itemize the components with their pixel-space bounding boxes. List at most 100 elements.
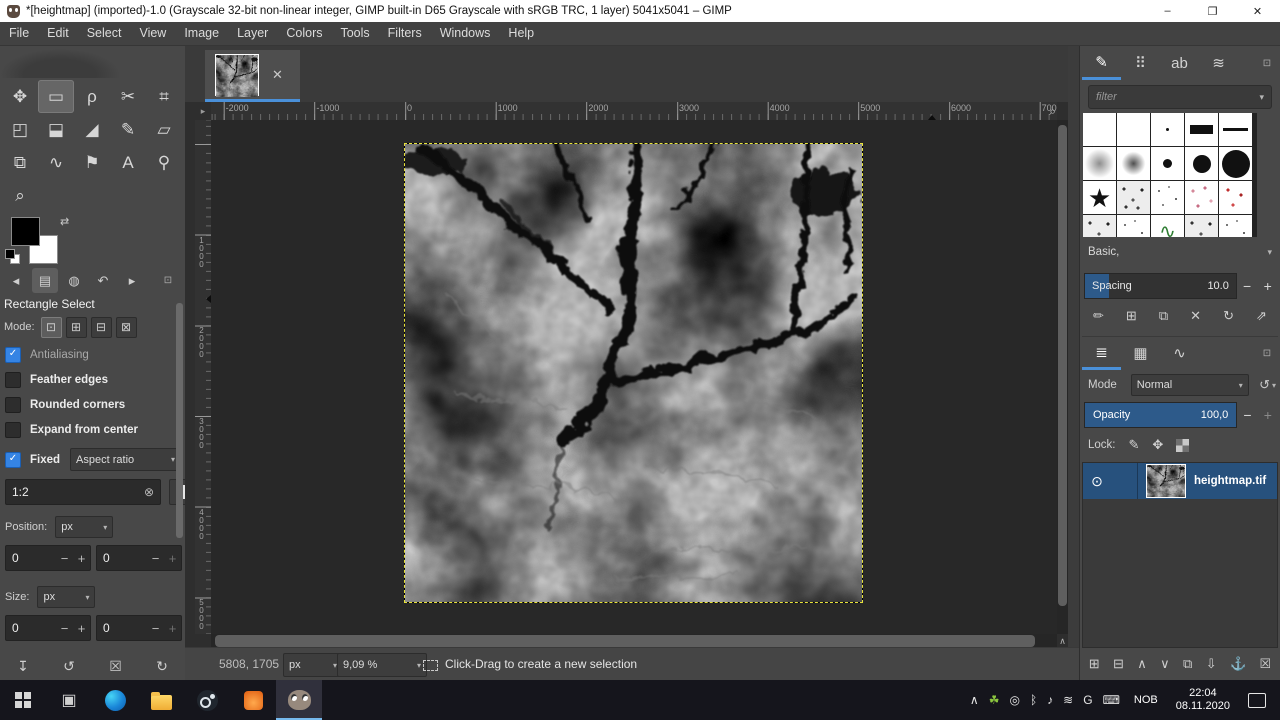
ruler-corner-button[interactable]: ▸ [195,102,211,120]
brush-block-1[interactable] [1083,113,1116,146]
gradients-tab[interactable]: ≋ [1199,48,1238,78]
brush-pixel[interactable] [1151,113,1184,146]
checkbox-rounded-corners[interactable]: Rounded corners [5,392,180,417]
position-x-spinner[interactable]: 0 − + [5,545,91,571]
mode-replace-button[interactable]: ⊡ [41,317,62,338]
visibility-eye-icon[interactable]: ⊙ [1083,473,1111,490]
text-tool[interactable]: A [110,146,146,179]
canvas-viewport[interactable] [211,120,1057,634]
file-explorer-icon[interactable] [138,680,184,720]
volume-icon[interactable]: ♪ [1047,693,1053,707]
smudge-tool[interactable]: ∿ [38,146,74,179]
tab-menu-button[interactable]: ⊡ [1256,338,1278,368]
aspect-ratio-input[interactable]: 1:2 ⊗ [5,479,161,505]
brush-soft-dot[interactable] [1117,147,1150,180]
edit-brush-button[interactable]: ✏ [1093,308,1104,324]
size-width-spinner[interactable]: 0 − + [5,615,91,641]
save-tool-preset-button[interactable]: ↧ [17,658,29,675]
brush-block-2[interactable] [1117,113,1150,146]
lock-pixels-icon[interactable]: ✎ [1129,437,1140,453]
paths-tab[interactable]: ∿ [1160,338,1199,368]
size-height-spinner[interactable]: 0 − + [96,615,182,641]
app-icon-orange[interactable] [230,680,276,720]
move-tool[interactable]: ✥ [2,80,38,113]
foreground-color-swatch[interactable] [11,217,40,246]
fonts-tab[interactable]: ab [1160,48,1199,78]
checkbox-box[interactable] [5,422,21,438]
delete-brush-button[interactable]: ✕ [1190,308,1201,324]
flip-tool[interactable]: ⬓ [38,113,74,146]
brush-filter-input[interactable]: filter ▾ [1088,85,1272,109]
brush-block-bar[interactable] [1185,113,1218,146]
spacing-slider[interactable]: Spacing 10.0 [1084,273,1237,299]
brush-soft-square[interactable] [1083,147,1116,180]
checkbox-box[interactable] [5,397,21,413]
increment-button[interactable]: + [73,621,90,636]
opacity-slider[interactable]: Opacity 100,0 [1084,402,1237,428]
lock-position-icon[interactable]: ✥ [1152,437,1163,453]
horizontal-scrollbar-thumb[interactable] [215,635,1035,647]
taskbar-clock[interactable]: 22:04 08.11.2020 [1176,687,1230,713]
mode-switch-button[interactable]: ↺▾ [1259,377,1276,393]
duplicate-brush-button[interactable]: ⧉ [1159,308,1168,324]
fixed-checkbox[interactable]: ✓ [5,452,21,468]
raise-layer-button[interactable]: ∧ [1137,656,1147,672]
steam-tray-icon[interactable]: ◎ [1009,693,1019,707]
undo-history-tab[interactable]: ↶ [90,268,116,293]
default-colors-icon[interactable] [5,249,19,263]
menu-view[interactable]: View [130,22,175,45]
tab-menu-button[interactable]: ⊡ [155,268,181,293]
increment-button[interactable]: + [164,551,181,566]
menu-image[interactable]: Image [175,22,228,45]
delete-layer-button[interactable]: ☒ [1260,656,1272,672]
increment-button[interactable]: + [73,551,90,566]
horizontal-ruler[interactable]: ⌕ -2000-10000100020003000400050006000700… [211,102,1057,120]
lower-layer-button[interactable]: ∨ [1160,656,1170,672]
eraser-tool[interactable]: ▱ [146,113,182,146]
menu-file[interactable]: File [0,22,38,45]
new-brush-button[interactable]: ⊞ [1126,308,1137,324]
device-status-tab[interactable]: ◍ [61,268,87,293]
statusbar-unit-dropdown[interactable]: px ▾ [283,653,343,677]
anchor-layer-button[interactable]: ⚓ [1230,656,1246,672]
close-button[interactable]: ✕ [1235,0,1280,22]
decrement-button[interactable]: − [147,621,164,636]
opacity-increment-button[interactable]: + [1258,407,1278,423]
channels-tab[interactable]: ▦ [1121,338,1160,368]
brush-speckle-2[interactable] [1117,215,1150,237]
layers-tab[interactable]: ≣ [1082,337,1121,370]
free-select-tool[interactable]: ρ [74,80,110,113]
bucket-fill-tool[interactable]: ◢ [74,113,110,146]
keyboard-tray-icon[interactable]: ⌨ [1103,693,1120,707]
spacing-increment-button[interactable]: + [1257,278,1278,294]
open-brush-as-image-button[interactable]: ⇗ [1256,308,1267,324]
brush-star[interactable]: ★ [1083,181,1116,214]
swap-colors-icon[interactable]: ⇄ [60,215,69,228]
menu-colors[interactable]: Colors [277,22,331,45]
image-tab-heightmap[interactable]: ✕ [205,50,300,102]
vertical-scrollbar-thumb[interactable] [1058,125,1067,606]
gpu-tray-icon[interactable]: G [1083,693,1092,707]
rectangle-select-tool[interactable]: ▭ [38,80,74,113]
spacing-decrement-button[interactable]: − [1237,278,1258,294]
steam-icon[interactable] [184,680,230,720]
aspect-ratio-dropdown[interactable]: Aspect ratio ▾ [70,448,181,471]
layer-row[interactable]: ⊙heightmap.tif [1083,463,1277,499]
brush-confetti-pink[interactable] [1185,181,1218,214]
scissors-select-tool[interactable]: ✂ [110,80,146,113]
brush-set-dropdown[interactable]: Basic, ▾ [1088,241,1272,263]
menu-select[interactable]: Select [78,22,131,45]
brush-circle-big[interactable] [1219,147,1252,180]
brush-confetti-red[interactable] [1219,181,1252,214]
color-picker-tool[interactable]: ⚲ [146,146,182,179]
menu-filters[interactable]: Filters [379,22,431,45]
vertical-ruler[interactable]: 1 0 0 02 0 0 03 0 0 04 0 0 05 0 0 0 [195,120,211,634]
brush-speckle-3[interactable] [1219,215,1252,237]
zoom-tool[interactable]: ⌕ [2,179,38,212]
patterns-tab[interactable]: ⠿ [1121,48,1160,78]
brush-vine[interactable]: ∿ [1151,215,1184,237]
hidden-icons-chevron[interactable]: ∧ [970,693,979,707]
action-center-icon[interactable] [1248,693,1266,708]
edge-icon[interactable] [92,680,138,720]
clear-icon[interactable]: ⊗ [144,485,154,499]
